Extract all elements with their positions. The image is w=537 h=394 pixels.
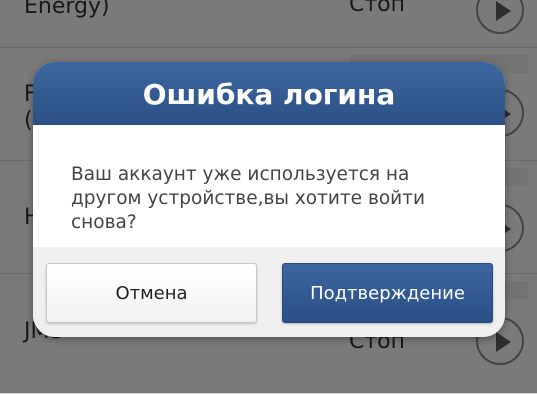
dialog-body: Ваш аккаунт уже используется на другом у… [33, 125, 505, 247]
dialog-message: Ваш аккаунт уже используется на другом у… [71, 164, 425, 233]
dialog-title: Ошибка логина [33, 62, 505, 125]
login-error-dialog: Ошибка логина Ваш аккаунт уже использует… [33, 62, 505, 337]
cancel-button[interactable]: Отмена [46, 263, 257, 323]
dialog-footer: Отмена Подтверждение [33, 247, 505, 337]
confirm-button[interactable]: Подтверждение [282, 263, 493, 323]
